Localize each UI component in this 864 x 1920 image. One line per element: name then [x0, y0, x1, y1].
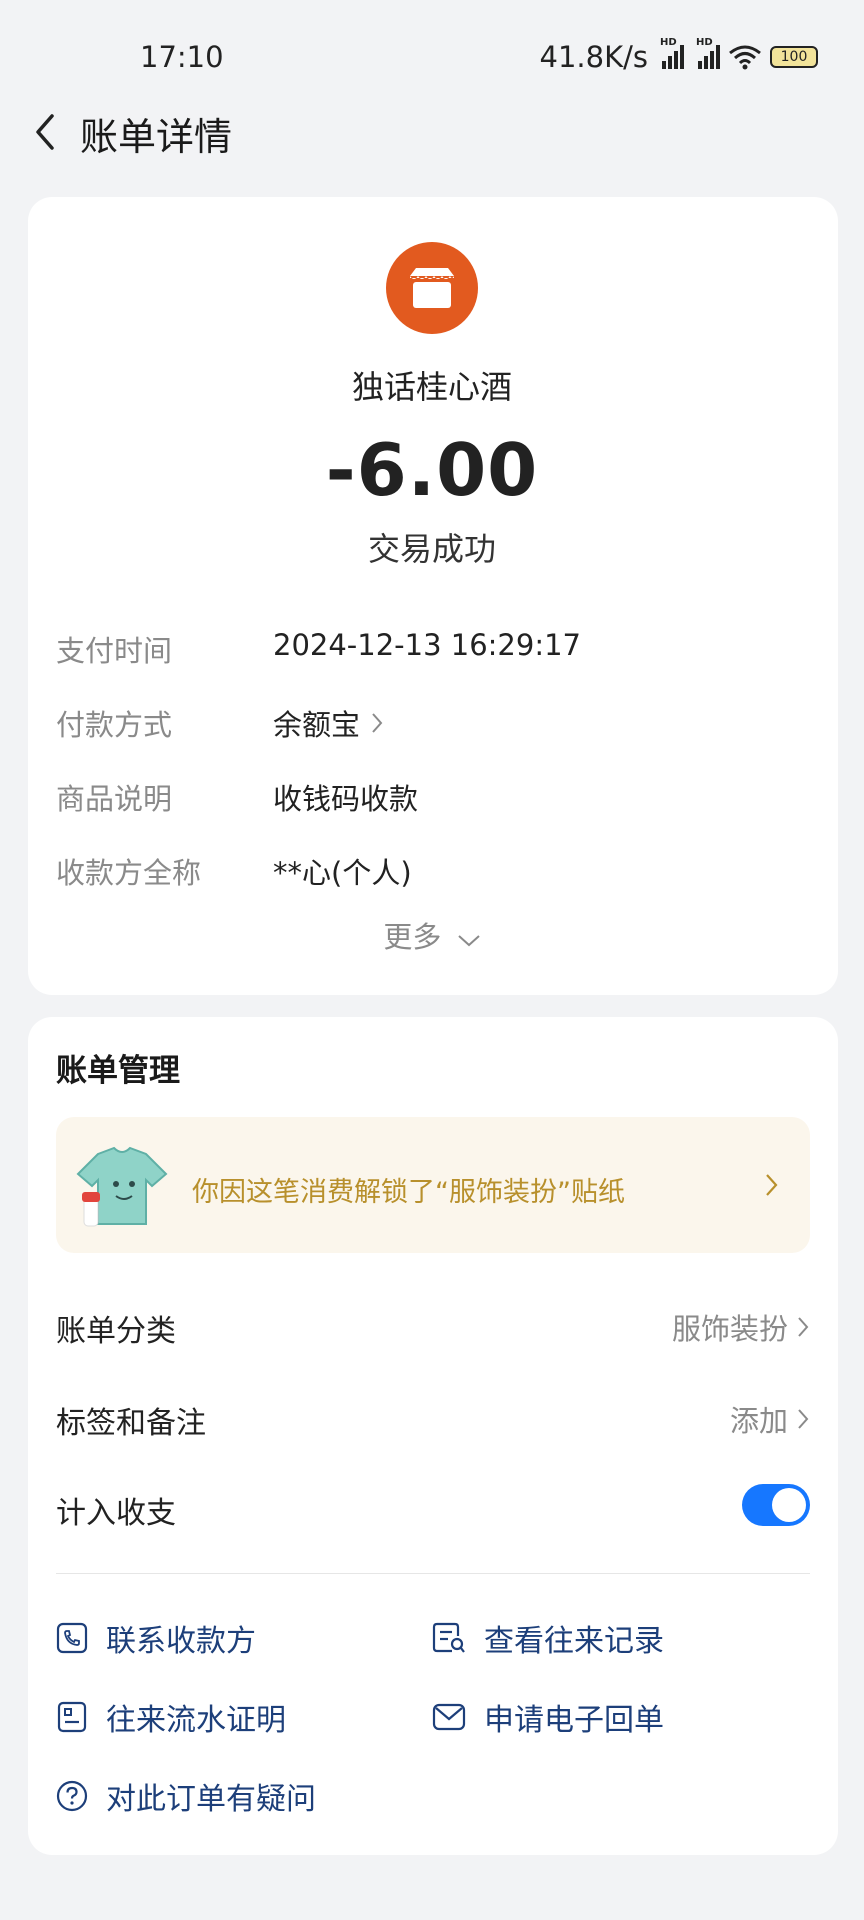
detail-label-product: 商品说明	[56, 782, 173, 816]
tags-notes-label: 标签和备注	[56, 1406, 206, 1441]
back-arrow-icon[interactable]	[28, 112, 64, 152]
payee-text: **心(个人)	[273, 856, 412, 890]
cellular-signal-icon: HD	[660, 37, 684, 69]
pay-time-text: 2024-12-13 16:29:17	[273, 628, 581, 662]
status-time: 17:10	[140, 40, 224, 74]
merchant-name: 独话桂心酒	[351, 368, 512, 406]
include-in-stats-toggle[interactable]	[742, 1484, 810, 1526]
section-title-management: 账单管理	[56, 1053, 180, 1089]
detail-label-pay-method: 付款方式	[56, 708, 173, 742]
view-records-label: 查看往来记录	[484, 1624, 664, 1659]
detail-label-pay-time: 支付时间	[56, 634, 173, 668]
tshirt-sticker-icon	[76, 1146, 168, 1227]
include-in-stats-label: 计入收支	[56, 1496, 176, 1531]
more-label: 更多	[383, 920, 442, 954]
detail-label-payee: 收款方全称	[56, 856, 202, 890]
records-search-icon	[432, 1622, 465, 1653]
chevron-right-icon	[766, 1174, 778, 1196]
battery-icon: 100	[770, 46, 818, 68]
contact-payee-button[interactable]: 联系收款方	[56, 1616, 256, 1660]
chevron-right-icon	[372, 713, 383, 733]
divider	[56, 1573, 810, 1574]
transaction-proof-label: 往来流水证明	[106, 1703, 286, 1738]
toggle-knob	[772, 1488, 806, 1522]
page-title: 账单详情	[80, 115, 233, 159]
network-speed: 41.8K/s	[539, 40, 648, 74]
question-icon	[56, 1780, 88, 1812]
mail-icon	[432, 1703, 466, 1731]
transaction-proof-button[interactable]: 往来流水证明	[56, 1695, 286, 1739]
view-records-button[interactable]: 查看往来记录	[432, 1616, 664, 1660]
chevron-right-icon	[798, 1317, 809, 1337]
merchant-logo	[386, 242, 478, 334]
pay-method-text: 余额宝	[273, 708, 361, 742]
e-receipt-label: 申请电子回单	[484, 1703, 664, 1738]
order-question-button[interactable]: 对此订单有疑问	[56, 1774, 316, 1818]
transaction-status: 交易成功	[367, 530, 496, 568]
transaction-amount: -6.00	[325, 428, 539, 512]
detail-value-payee: **心(个人)	[273, 850, 412, 892]
e-receipt-button[interactable]: 申请电子回单	[432, 1695, 664, 1739]
more-button[interactable]: 更多	[0, 914, 864, 956]
bill-category-label: 账单分类	[56, 1314, 176, 1349]
bill-category-selector[interactable]: 服饰装扮	[672, 1306, 810, 1348]
contact-payee-label: 联系收款方	[106, 1624, 256, 1659]
tags-notes-add[interactable]: 添加	[730, 1398, 810, 1440]
chevron-right-icon	[798, 1409, 809, 1429]
detail-value-pay-method[interactable]: 余额宝	[273, 702, 384, 744]
detail-value-product: 收钱码收款	[273, 776, 418, 818]
phone-icon	[56, 1622, 88, 1654]
chevron-down-icon	[457, 935, 480, 947]
status-indicators: 41.8K/s HD HD 100	[539, 37, 818, 74]
sticker-unlock-text: 你因这笔消费解锁了“服饰装扮”贴纸	[192, 1177, 625, 1208]
document-icon	[57, 1701, 87, 1733]
wifi-icon	[729, 45, 761, 70]
order-question-label: 对此订单有疑问	[106, 1782, 316, 1817]
product-text: 收钱码收款	[273, 782, 419, 816]
store-icon	[410, 268, 454, 308]
tags-notes-value: 添加	[729, 1404, 788, 1438]
cellular-signal-2-icon: HD	[696, 37, 720, 69]
bill-category-value: 服饰装扮	[671, 1312, 788, 1346]
detail-value-pay-time: 2024-12-13 16:29:17	[273, 628, 581, 662]
